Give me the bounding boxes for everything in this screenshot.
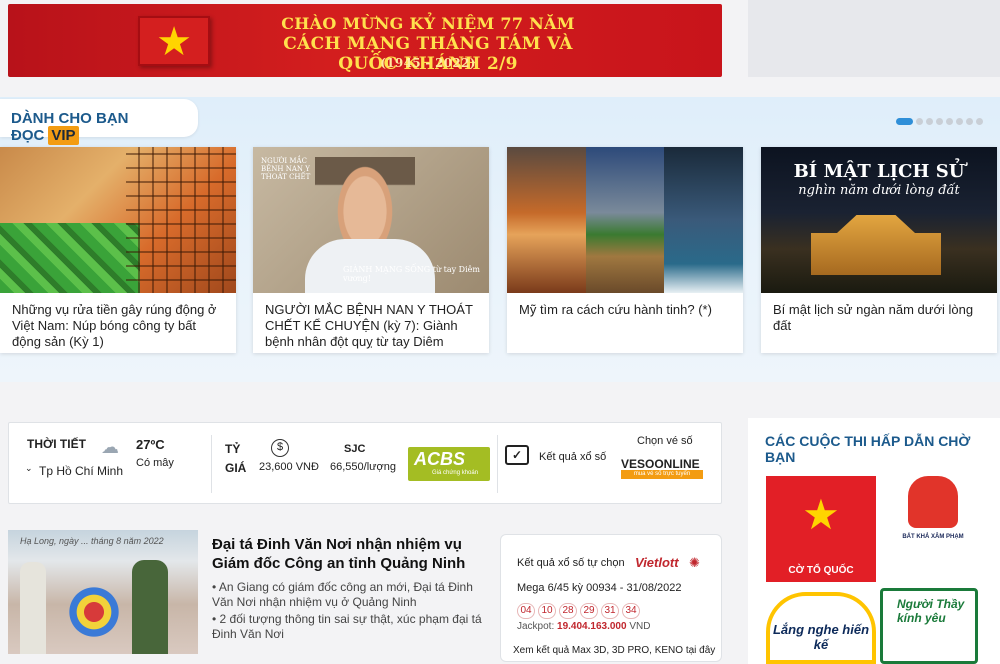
vip-card-image[interactable] — [507, 147, 743, 293]
vip-card[interactable]: Mỹ tìm ra cách cứu hành tinh? (*) — [507, 147, 743, 353]
news-related-text[interactable]: 2 đối tượng thông tin sai sự thật, xúc p… — [212, 612, 482, 641]
carousel-dot[interactable] — [946, 117, 953, 125]
lottery-ball: 29 — [580, 603, 598, 619]
utility-widget: THỜI TIẾT ⌄ Tp Hồ Chí Minh ☁ 27ºC Có mây… — [8, 422, 722, 504]
carousel-dot[interactable] — [976, 117, 983, 125]
vietlott-icon: ✺ — [689, 555, 700, 570]
temperature: 27ºC — [136, 437, 165, 452]
top-ad-placeholder — [748, 0, 1000, 77]
dollar-icon: $ — [271, 439, 289, 457]
carousel-pagination[interactable] — [896, 117, 983, 125]
anniversary-banner[interactable]: ★ CHÀO MỪNG KỶ NIỆM 77 NĂM CÁCH MẠNG THÁ… — [8, 4, 722, 77]
contest-sovereignty-banner[interactable]: BẤT KHẢ XÂM PHẠM — [898, 476, 966, 582]
weather-label: THỜI TIẾT — [27, 437, 86, 451]
news-photo[interactable]: Hạ Long, ngày ... tháng 8 năm 2022 — [8, 530, 198, 654]
rate-label-1: TỶ — [225, 442, 241, 456]
chevron-down-icon[interactable]: ⌄ — [25, 463, 33, 474]
vip-card-image-title: BÍ MẬT LỊCH SỬ — [793, 161, 965, 182]
contest-panel: CÁC CUỘC THI HẤP DẪN CHỜ BẠN ★ CỜ TỔ QUỐC… — [748, 418, 1000, 664]
vip-card-image-subtitle: nghìn năm dưới lòng đất — [798, 183, 960, 198]
vip-card[interactable]: Những vụ rửa tiền gây rúng động ở Việt N… — [0, 147, 236, 353]
vesoonline-tagline: mua vé số trực tuyến — [621, 470, 703, 479]
news-related-link[interactable]: • An Giang có giám đốc công an mới, Đại … — [212, 580, 482, 610]
vip-card-image[interactable] — [0, 147, 236, 293]
vip-badge: VIP — [48, 126, 79, 145]
jackpot-unit: VND — [629, 621, 651, 632]
banner-line-1: CHÀO MỪNG KỶ NIỆM 77 NĂM — [281, 14, 575, 33]
vip-card-image[interactable]: NGƯỜI MẮC BỆNH NAN Y THOÁT CHẾT GIÀNH MẠ… — [253, 147, 489, 293]
carousel-dot[interactable] — [966, 117, 973, 125]
vip-card[interactable]: BÍ MẬT LỊCH SỬ nghìn năm dưới lòng đất B… — [761, 147, 997, 353]
lottery-heading: Kết quả xổ số tự chọn — [517, 557, 625, 569]
news-photo-caption: Hạ Long, ngày ... tháng 8 năm 2022 — [20, 536, 164, 546]
usd-rate: 23,600 VNĐ — [259, 461, 319, 473]
lottery-widget: Kết quả xổ số tự chọn Vietlott ✺ Mega 6/… — [500, 534, 722, 662]
carousel-dot[interactable] — [916, 117, 923, 125]
star-icon: ★ — [802, 491, 840, 538]
vip-card-title[interactable]: Mỹ tìm ra cách cứu hành tinh? (*) — [507, 293, 743, 318]
contest-ideas-banner[interactable]: Lắng nghe hiến kế — [766, 592, 876, 664]
cloud-sun-icon: ☁ — [101, 437, 119, 457]
fist-icon — [908, 476, 958, 528]
contest-teacher-label: Người Thầy kính yêu — [897, 597, 965, 625]
lottery-result-link[interactable]: Kết quả xổ số — [539, 451, 606, 463]
contest-flag-label: CỜ TỔ QUỐC — [788, 565, 854, 576]
lottery-ball: 28 — [559, 603, 577, 619]
city-select[interactable]: Tp Hồ Chí Minh — [39, 464, 123, 478]
vip-card-title[interactable]: Bí mật lịch sử ngàn năm dưới lòng đất — [761, 293, 997, 334]
sjc-label: SJC — [344, 443, 366, 455]
contest-teacher-banner[interactable]: Người Thầy kính yêu — [880, 588, 978, 664]
news-related-text[interactable]: An Giang có giám đốc công an mới, Đại tá… — [212, 580, 473, 609]
news-title[interactable]: Đại tá Đinh Văn Nơi nhận nhiệm vụ Giám đ… — [212, 535, 492, 573]
lottery-ball: 31 — [601, 603, 619, 619]
contest-flag-banner[interactable]: ★ CỜ TỔ QUỐC — [766, 476, 876, 582]
acbs-logo-subtitle: Giá chứng khoán — [432, 470, 479, 476]
contest-heading[interactable]: CÁC CUỘC THI HẤP DẪN CHỜ BẠN — [765, 433, 1000, 465]
vietlott-logo[interactable]: Vietlott — [635, 555, 679, 570]
news-related-link[interactable]: • 2 đối tượng thông tin sai sự thật, xúc… — [212, 612, 482, 642]
carousel-dot[interactable] — [896, 117, 913, 125]
contest-sovereignty-label: BẤT KHẢ XÂM PHẠM — [902, 534, 964, 540]
acbs-logo[interactable]: ACBS Giá chứng khoán — [408, 447, 490, 481]
lottery-ball: 04 — [517, 603, 535, 619]
sjc-price: 66,550/lượng — [330, 461, 396, 473]
banner-line-3: (1945 - 2022) — [380, 56, 476, 70]
lottery-more-link[interactable]: Xem kết quả Max 3D, 3D PRO, KENO tại đây — [513, 645, 715, 656]
vip-heading[interactable]: DÀNH CHO BẠN ĐỌC VIP — [0, 99, 198, 145]
weather-condition: Có mây — [136, 457, 174, 469]
jackpot-row: Jackpot: 19.404.163.000 VND — [517, 621, 650, 632]
ticket-label: Chọn vé số — [637, 435, 693, 447]
lottery-check-icon[interactable]: ✓ — [505, 445, 529, 465]
carousel-dot[interactable] — [936, 117, 943, 125]
jackpot-label: Jackpot: — [517, 621, 555, 632]
vip-card-title[interactable]: Những vụ rửa tiền gây rúng động ở Việt N… — [0, 293, 236, 350]
vip-card-title[interactable]: NGƯỜI MẮC BỆNH NAN Y THOÁT CHẾT KỂ CHUYỆ… — [253, 293, 489, 353]
vip-card-image[interactable]: BÍ MẬT LỊCH SỬ nghìn năm dưới lòng đất — [761, 147, 997, 293]
carousel-dot[interactable] — [956, 117, 963, 125]
vip-card-image-label: NGƯỜI MẮC BỆNH NAN Y THOÁT CHẾT — [261, 157, 311, 181]
contest-ideas-label: Lắng nghe hiến kế — [772, 622, 870, 652]
vip-card-image-caption: GIÀNH MẠNG SỐNG từ tay Diêm vương! — [343, 265, 480, 283]
carousel-dot[interactable] — [926, 117, 933, 125]
lottery-draw-info: Mega 6/45 kỳ 00934 - 31/08/2022 — [517, 582, 682, 594]
vietnam-flag-icon: ★ — [138, 16, 210, 66]
lottery-balls: 04 10 28 29 31 34 — [517, 600, 643, 619]
acbs-logo-text: ACBS — [414, 449, 466, 469]
lottery-ball: 34 — [622, 603, 640, 619]
lottery-ball: 10 — [538, 603, 556, 619]
vesoonline-logo[interactable]: VESOONLINE — [621, 457, 700, 471]
vip-card[interactable]: NGƯỜI MẮC BỆNH NAN Y THOÁT CHẾT GIÀNH MẠ… — [253, 147, 489, 353]
rate-label-2: GIÁ — [225, 461, 247, 475]
jackpot-value: 19.404.163.000 — [557, 621, 627, 632]
